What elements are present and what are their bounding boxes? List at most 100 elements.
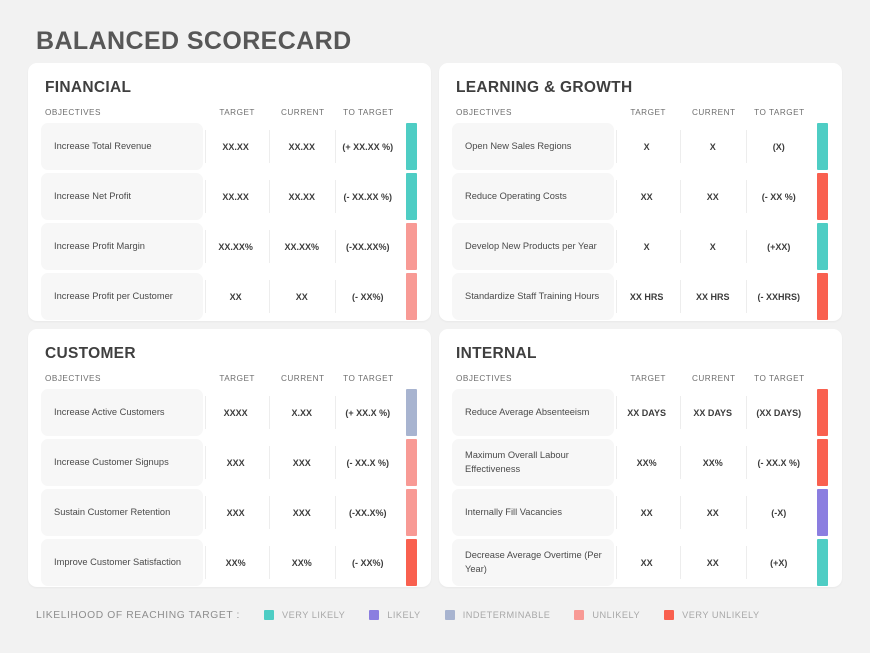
row-target: XXX <box>203 439 269 486</box>
status-bar <box>816 123 828 170</box>
row-to-target: (- XX%) <box>334 539 401 586</box>
status-bar-wrap <box>812 439 829 486</box>
status-bar-wrap <box>401 439 418 486</box>
row-target: X <box>614 223 680 270</box>
status-bar-wrap <box>401 489 418 536</box>
row-target: XX HRS <box>614 273 680 320</box>
row-target: XX.XX% <box>203 223 269 270</box>
table-row[interactable]: Increase Customer Signups XXX XXX (- XX.X %… <box>41 439 418 486</box>
column-header-to-target: TO TARGET <box>754 108 805 117</box>
column-header-row: OBJECTIVES TARGET CURRENT TO TARGET <box>41 101 418 117</box>
row-current: XX <box>679 539 746 586</box>
row-objective: Open New Sales Regions <box>452 123 614 170</box>
row-objective: Standardize Staff Training Hours <box>452 273 614 320</box>
row-objective: Internally Fill Vacancies <box>452 489 614 536</box>
card-title: LEARNING & GROWTH <box>456 79 633 96</box>
status-bar-wrap <box>401 123 418 170</box>
scorecard-card: INTERNAL OBJECTIVES TARGET CURRENT TO TARGET… <box>439 329 842 587</box>
row-objective: Reduce Average Absenteeism <box>452 389 614 436</box>
table-row[interactable]: Increase Total Revenue XX.XX XX.XX (+ XX.XX… <box>41 123 418 170</box>
column-header-row: OBJECTIVES TARGET CURRENT TO TARGET <box>452 101 829 117</box>
row-target: XX <box>614 489 680 536</box>
row-to-target: (+X) <box>745 539 812 586</box>
table-row[interactable]: Improve Customer Satisfaction XX% XX% (- XX… <box>41 539 418 586</box>
row-target: XX.XX <box>203 173 269 220</box>
status-bar <box>405 539 417 586</box>
column-header-to-target: TO TARGET <box>343 108 394 117</box>
page-title: BALANCED SCORECARD <box>36 27 352 55</box>
status-bar <box>816 173 828 220</box>
legend-item-label: VERY LIKELY <box>281 610 346 620</box>
row-current: XX <box>679 173 746 220</box>
status-bar-wrap <box>401 223 418 270</box>
legend-swatch-icon <box>369 610 380 620</box>
legend-item-label: VERY UNLIKELY <box>682 610 760 620</box>
column-header-objectives: OBJECTIVES <box>456 108 512 117</box>
column-header-target: TARGET <box>219 374 255 383</box>
row-current: XX DAYS <box>679 389 746 436</box>
row-current: X <box>679 223 746 270</box>
status-bar-wrap <box>401 389 418 436</box>
row-target: XX <box>614 173 680 220</box>
column-header-to-target: TO TARGET <box>343 374 394 383</box>
table-row[interactable]: Increase Net Profit XX.XX XX.XX (- XX.XX %) <box>41 173 418 220</box>
row-objective: Develop New Products per Year <box>452 223 614 270</box>
column-header-row: OBJECTIVES TARGET CURRENT TO TARGET <box>452 367 829 383</box>
table-row[interactable]: Open New Sales Regions X X (X) <box>452 123 829 170</box>
table-row[interactable]: Reduce Operating Costs XX XX (- XX %) <box>452 173 829 220</box>
row-objective: Increase Profit per Customer <box>41 273 203 320</box>
row-objective: Increase Active Customers <box>41 389 203 436</box>
legend-items: VERY LIKELY LIKELY INDETERMINABLE UNLIKELY V… <box>263 610 784 620</box>
legend-swatch-icon <box>444 610 455 620</box>
legend-swatch-icon <box>263 610 274 620</box>
legend-item-label: UNLIKELY <box>592 610 641 620</box>
legend-item-label: INDETERMINABLE <box>462 610 551 620</box>
row-target: XX.XX <box>203 123 269 170</box>
column-header-current: CURRENT <box>691 108 736 117</box>
row-target: XX <box>203 273 269 320</box>
row-to-target: (+ XX.X %) <box>334 389 401 436</box>
row-to-target: (+XX) <box>745 223 812 270</box>
status-bar <box>816 539 828 586</box>
column-header-objectives: OBJECTIVES <box>45 108 101 117</box>
row-to-target: (-X) <box>745 489 812 536</box>
row-to-target: (XX DAYS) <box>745 389 812 436</box>
scorecard-card: LEARNING & GROWTH OBJECTIVES TARGET CURRENT… <box>439 63 842 321</box>
table-row[interactable]: Increase Profit per Customer XX XX (- XX%) <box>41 273 418 320</box>
legend-swatch-icon <box>574 610 585 620</box>
status-bar-wrap <box>812 389 829 436</box>
row-objective: Improve Customer Satisfaction <box>41 539 203 586</box>
row-objective: Maximum Overall Labour Effectiveness <box>452 439 614 486</box>
table-row[interactable]: Maximum Overall Labour Effectiveness XX% X… <box>452 439 829 486</box>
status-bar <box>405 489 417 536</box>
row-current: XXX <box>268 439 335 486</box>
table-row[interactable]: Decrease Average Overtime (Per Year) XX XX… <box>452 539 829 586</box>
row-current: X.XX <box>268 389 335 436</box>
status-bar <box>405 389 417 436</box>
row-to-target: (-XX.X%) <box>334 489 401 536</box>
row-objective: Increase Total Revenue <box>41 123 203 170</box>
column-header-current: CURRENT <box>280 108 325 117</box>
row-to-target: (- XXHRS) <box>745 273 812 320</box>
status-bar-wrap <box>812 123 829 170</box>
column-header-target: TARGET <box>630 108 666 117</box>
column-header-current: CURRENT <box>280 374 325 383</box>
legend-swatch-icon <box>664 610 675 620</box>
table-row[interactable]: Internally Fill Vacancies XX XX (-X) <box>452 489 829 536</box>
status-bar <box>405 123 417 170</box>
table-row[interactable]: Develop New Products per Year X X (+XX) <box>452 223 829 270</box>
row-current: XXX <box>268 489 335 536</box>
table-row[interactable]: Standardize Staff Training Hours XX HRS XX… <box>452 273 829 320</box>
table-row[interactable]: Increase Active Customers XXXX X.XX (+ XX.X… <box>41 389 418 436</box>
row-target: XX% <box>614 439 680 486</box>
table-row[interactable]: Increase Profit Margin XX.XX% XX.XX% (-XX.X… <box>41 223 418 270</box>
table-row[interactable]: Sustain Customer Retention XXX XXX (-XX.X%) <box>41 489 418 536</box>
row-objective: Increase Customer Signups <box>41 439 203 486</box>
status-bar <box>816 439 828 486</box>
column-header-target: TARGET <box>219 108 255 117</box>
table-row[interactable]: Reduce Average Absenteeism XX DAYS XX DAYS… <box>452 389 829 436</box>
row-target: XXXX <box>203 389 269 436</box>
status-bar <box>816 273 828 320</box>
row-target: X <box>614 123 680 170</box>
column-header-objectives: OBJECTIVES <box>45 374 101 383</box>
